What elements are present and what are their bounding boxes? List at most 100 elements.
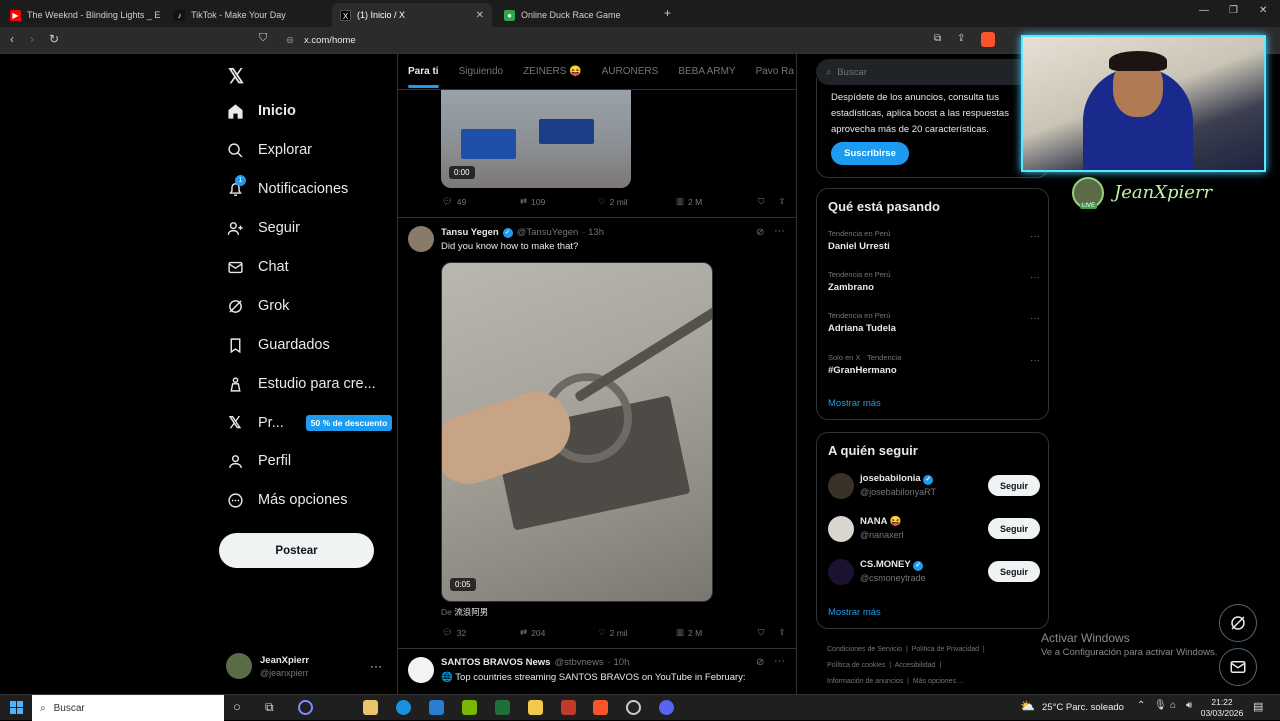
tweet-video[interactable]: 0:00	[441, 84, 631, 188]
weather-text[interactable]: 25°C Parc. soleado	[1042, 702, 1124, 713]
like-button[interactable]: ♡ 2 mil	[598, 196, 676, 207]
nav-item-grok[interactable]: Grok	[226, 297, 289, 315]
open-in-app-icon[interactable]: ⧉	[934, 33, 941, 44]
like-button[interactable]: ♡ 2 mil	[598, 627, 676, 638]
footer-link[interactable]: Más opciones ...	[913, 678, 964, 685]
nvidia-icon[interactable]	[462, 700, 477, 715]
tweet-time[interactable]: · 13h	[582, 227, 604, 238]
chevron-up-icon[interactable]: ⌃	[1137, 700, 1145, 711]
avatar[interactable]	[408, 657, 434, 683]
account-switcher[interactable]: JeanXpierr @jeanxpierr ···	[226, 650, 396, 682]
repost-button[interactable]: ⇄ 109	[520, 196, 598, 207]
nav-item-inicio[interactable]: Inicio	[226, 102, 296, 120]
tab-para-ti[interactable]: Para ti	[398, 66, 449, 88]
avatar[interactable]	[408, 226, 434, 252]
nav-item-explorar[interactable]: Explorar	[226, 141, 312, 159]
app-icon[interactable]	[561, 700, 576, 715]
footer-link[interactable]: Información de anuncios	[827, 678, 903, 685]
tab-beba-army[interactable]: BEBA ARMY	[668, 66, 745, 77]
notification-center-icon[interactable]: ▤	[1253, 700, 1263, 713]
tab-x-home[interactable]: X (1) Inicio / X ✕	[332, 3, 492, 27]
taskbar-search[interactable]: ⌕ Buscar	[32, 695, 224, 721]
trend-item[interactable]: Solo en X · Tendencia #GranHermano ···	[828, 353, 1040, 376]
restore-icon[interactable]: ❐	[1229, 5, 1238, 16]
follow-button[interactable]: Seguir	[988, 475, 1040, 496]
grok-floating-button[interactable]	[1219, 604, 1257, 642]
site-info-icon[interactable]: ⊜	[286, 35, 294, 46]
tab-tiktok[interactable]: ♪ TikTok - Make Your Day	[166, 3, 326, 27]
obs-icon[interactable]	[626, 700, 641, 715]
clock[interactable]: 21:22 03/03/2026	[1200, 697, 1244, 719]
tab-youtube[interactable]: ▶ The Weeknd - Blinding Lights _ E	[2, 3, 162, 27]
follow-suggestion[interactable]: NANA 😝 @nanaxerl Seguir	[828, 514, 1040, 546]
trend-item[interactable]: Tendencia en Perú Adriana Tudela ···	[828, 311, 1040, 334]
back-icon[interactable]: ‹	[10, 32, 14, 46]
close-tab-icon[interactable]: ✕	[476, 10, 484, 21]
windows-start-icon[interactable]	[10, 701, 23, 714]
follow-button[interactable]: Seguir	[988, 561, 1040, 582]
nav-item-seguir[interactable]: Seguir	[226, 219, 300, 237]
trend-item[interactable]: Tendencia en Perú Daniel Urresti ···	[828, 229, 1040, 252]
reload-icon[interactable]: ↻	[49, 32, 59, 46]
tweet-video[interactable]: 0:05	[441, 262, 713, 602]
trend-item[interactable]: Tendencia en Perú Zambrano ···	[828, 270, 1040, 293]
store-icon[interactable]	[363, 700, 378, 715]
brave-icon[interactable]	[593, 700, 608, 715]
repost-button[interactable]: ⇄ 204	[520, 627, 598, 638]
views-button[interactable]: ▥ 2 M	[676, 196, 754, 207]
footer-link[interactable]: Condiciones de Servicio	[827, 646, 902, 653]
nav-item-mas-opciones[interactable]: Más opciones	[226, 491, 347, 509]
bookmark-icon[interactable]: ⛉	[758, 627, 764, 638]
excel-icon[interactable]	[495, 700, 510, 715]
tab-duck-race[interactable]: ● Online Duck Race Game	[496, 3, 656, 27]
close-window-icon[interactable]: ✕	[1259, 5, 1267, 16]
file-explorer-icon[interactable]	[528, 700, 543, 715]
forward-icon[interactable]: ›	[30, 32, 34, 46]
author-name[interactable]: SANTOS BRAVOS News	[441, 657, 550, 668]
bookmark-page-icon[interactable]: ⛉	[259, 32, 267, 45]
show-more-follow-link[interactable]: Mostrar más	[828, 607, 881, 618]
volume-icon[interactable]: 🔊︎	[1186, 700, 1192, 711]
more-dots-icon[interactable]: ···	[1030, 355, 1040, 366]
microphone-icon[interactable]: 🎙︎	[1154, 700, 1167, 711]
author-name[interactable]: Tansu Yegen	[441, 227, 499, 238]
cortana-icon[interactable]: ○	[233, 699, 241, 714]
brave-shield-icon[interactable]	[981, 32, 995, 47]
share-icon[interactable]: ⇪	[778, 196, 785, 207]
footer-link[interactable]: Política de Privacidad	[912, 646, 979, 653]
nav-item-guardados[interactable]: Guardados	[226, 336, 330, 354]
nav-item-notificaciones[interactable]: 1 Notificaciones	[226, 175, 348, 198]
share-icon[interactable]: ⇪	[778, 627, 785, 638]
bookmark-icon[interactable]: ⛉	[758, 196, 764, 207]
x-logo-icon[interactable]: 𝕏	[228, 64, 244, 89]
grok-icon[interactable]: ⊘	[756, 227, 764, 238]
video-source-author[interactable]: 流浪阿男	[454, 607, 488, 617]
network-icon[interactable]: ⌂	[1170, 700, 1176, 711]
more-dots-icon[interactable]: ···	[1030, 272, 1040, 283]
subscribe-button[interactable]: Suscribirse	[831, 142, 909, 165]
tab-siguiendo[interactable]: Siguiendo	[449, 66, 513, 77]
grok-icon[interactable]: ⊘	[756, 657, 764, 668]
more-dots-icon[interactable]: ···	[1030, 313, 1040, 324]
follow-suggestion[interactable]: josebabilonia ✓ @josebabilonyaRT Seguir	[828, 471, 1040, 503]
author-handle[interactable]: @TansuYegen	[517, 227, 579, 238]
more-dots-icon[interactable]: ···	[1030, 231, 1040, 242]
reply-button[interactable]: 💬︎ 49	[442, 196, 520, 207]
mail-app-icon[interactable]	[429, 700, 444, 715]
messages-floating-button[interactable]	[1219, 648, 1257, 686]
discord-icon[interactable]	[659, 700, 674, 715]
show-more-trends-link[interactable]: Mostrar más	[828, 398, 881, 409]
tab-pavo[interactable]: Pavo Ra	[746, 66, 796, 77]
url-field[interactable]: ⊜ x.com/home	[278, 31, 1008, 50]
more-dots-icon[interactable]: ···	[370, 659, 382, 673]
more-dots-icon[interactable]: ···	[774, 225, 785, 237]
minimize-icon[interactable]: —	[1199, 5, 1209, 16]
author-handle[interactable]: @stbvnews	[554, 657, 603, 668]
edge-icon[interactable]	[396, 700, 411, 715]
nav-item-perfil[interactable]: Perfil	[226, 452, 291, 470]
tweet-time[interactable]: · 10h	[608, 657, 630, 668]
tab-zeiners[interactable]: ZEINERS 😝	[513, 66, 592, 77]
share-icon[interactable]: ⇪	[957, 33, 965, 44]
footer-link[interactable]: Política de cookies	[827, 662, 885, 669]
follow-button[interactable]: Seguir	[988, 518, 1040, 539]
